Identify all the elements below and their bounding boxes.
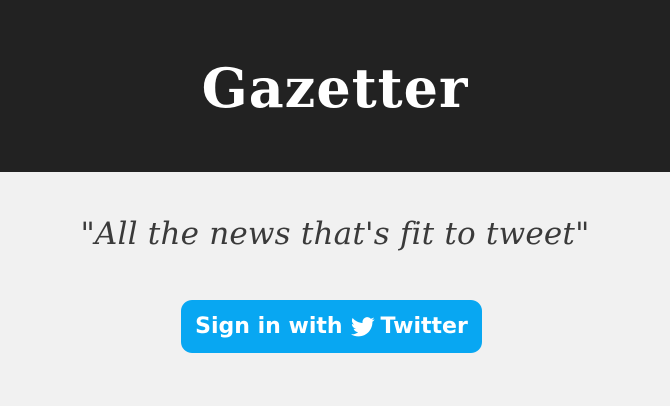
twitter-bird-icon [350,316,375,337]
site-logo: Gazetter [201,56,469,120]
tagline: "All the news that's fit to tweet" [80,216,590,252]
sign-in-with-twitter-button[interactable]: Sign in with Twitter [181,300,482,353]
sign-in-prefix-label: Sign in with [195,314,343,339]
main-content: "All the news that's fit to tweet" Sign … [0,172,670,406]
site-header: Gazetter [0,0,670,172]
sign-in-suffix-label: Twitter [380,314,468,339]
